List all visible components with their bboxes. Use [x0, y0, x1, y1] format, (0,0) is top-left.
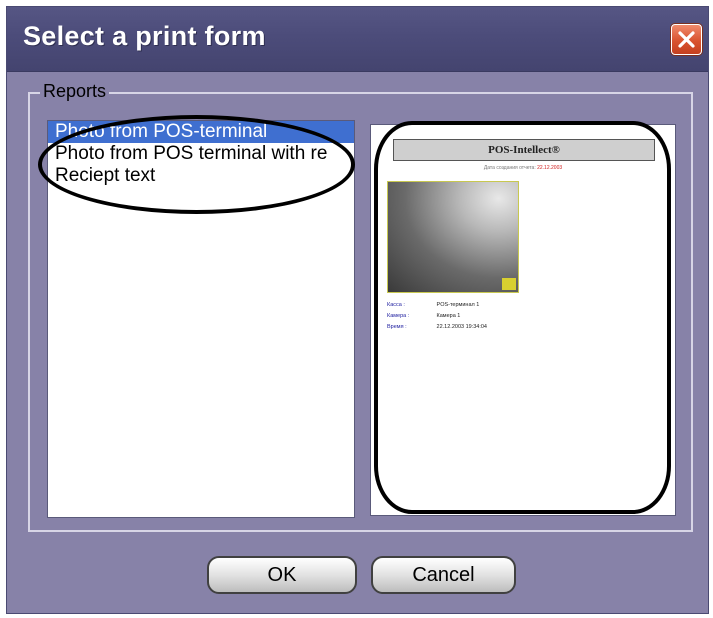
cancel-button[interactable]: Cancel — [371, 556, 516, 594]
close-button[interactable] — [671, 24, 702, 55]
highlight-oval-preview — [374, 121, 671, 514]
reports-group-label: Reports — [40, 81, 110, 102]
title-bar[interactable]: Select a print form — [7, 7, 708, 72]
close-icon — [678, 31, 695, 48]
ok-button[interactable]: OK — [207, 556, 357, 594]
dialog-title: Select a print form — [23, 21, 266, 51]
highlight-oval-list — [38, 115, 355, 214]
